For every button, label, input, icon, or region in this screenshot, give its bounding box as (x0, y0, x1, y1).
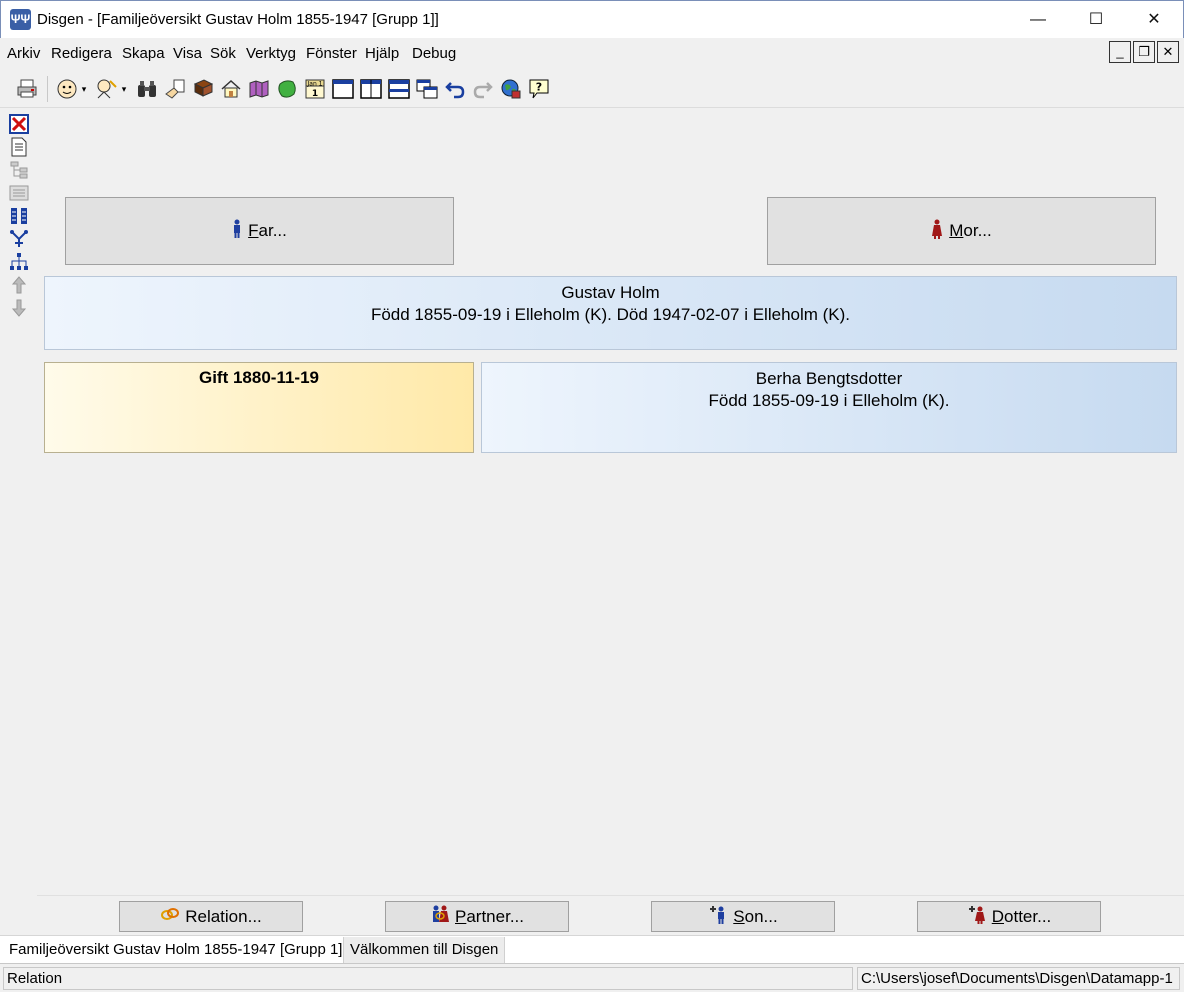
person-search-icon[interactable] (94, 77, 118, 101)
split-vertical-icon[interactable] (359, 77, 383, 101)
relation-button[interactable]: Relation... (119, 901, 303, 932)
menu-visa[interactable]: Visa (173, 45, 202, 62)
menu-debug[interactable]: Debug (412, 45, 456, 62)
partner-button[interactable]: Partner... (385, 901, 569, 932)
marriage-box[interactable]: Gift 1880-11-19 (44, 362, 474, 453)
left-toolbar (0, 110, 37, 970)
son-button[interactable]: Son... (651, 901, 835, 932)
status-path: C:\Users\josef\Documents\Disgen\Datamapp… (857, 967, 1180, 990)
ancestor-up-icon[interactable] (8, 275, 30, 295)
redo-icon[interactable] (471, 77, 495, 101)
mother-button-label: Mor... (949, 221, 992, 240)
partner-box[interactable]: Berha Bengtsdotter Född 1855-09-19 i Ell… (481, 362, 1177, 453)
tree-icon[interactable] (8, 160, 30, 180)
app-icon: ΨΨ (10, 9, 31, 30)
mdi-close-button[interactable]: ✕ (1157, 41, 1179, 63)
map-icon[interactable] (247, 77, 271, 101)
relation-button-label: Relation... (185, 906, 262, 926)
toolbar-separator (47, 76, 48, 102)
mdi-restore-button[interactable]: ❐ (1133, 41, 1155, 63)
couple-icon (430, 904, 450, 929)
globe-green-icon[interactable] (275, 77, 299, 101)
book-icon[interactable] (191, 77, 215, 101)
mother-button[interactable]: Mor... (767, 197, 1156, 265)
world-icon[interactable] (499, 77, 523, 101)
undo-icon[interactable] (443, 77, 467, 101)
person-name: Gustav Holm (561, 283, 660, 302)
hand-note-icon[interactable] (163, 77, 187, 101)
person-details: Född 1855-09-19 i Elleholm (K). Död 1947… (370, 305, 851, 324)
menu-sok[interactable]: Sök (210, 45, 236, 62)
partner-name: Berha Bengtsdotter (755, 369, 903, 388)
chevron-down-icon[interactable]: ▾ (118, 77, 130, 101)
maximize-button[interactable]: ☐ (1067, 1, 1125, 39)
female-icon (931, 219, 943, 244)
menu-skapa[interactable]: Skapa (122, 45, 165, 62)
columns-icon[interactable] (8, 206, 30, 226)
pedigree-icon[interactable] (8, 183, 30, 203)
svg-text:1: 1 (312, 89, 318, 99)
father-button[interactable]: Far... (65, 197, 454, 265)
tab-family-overview[interactable]: Familjeöversikt Gustav Holm 1855-1947 [G… (3, 937, 349, 963)
menu-hjalp[interactable]: Hjälp (365, 45, 399, 62)
toolbar: ▾ ▾ Jan 11 ? (0, 70, 1184, 108)
close-red-icon[interactable] (8, 114, 30, 134)
male-icon (232, 219, 242, 244)
title-bar: ΨΨ Disgen - [Familjeöversikt Gustav Holm… (0, 0, 1184, 38)
main-person-box[interactable]: Gustav Holm Född 1855-09-19 i Elleholm (… (44, 276, 1177, 350)
person-face-icon[interactable] (55, 77, 79, 101)
father-button-label: Far... (248, 221, 287, 240)
family-overview: Far... Mor... Gustav Holm Född 1855-09-1… (37, 110, 1184, 895)
print-icon[interactable] (15, 77, 39, 101)
binoculars-icon[interactable] (135, 77, 159, 101)
window-title: Disgen - [Familjeöversikt Gustav Holm 18… (37, 11, 439, 28)
hierarchy-icon[interactable] (8, 252, 30, 272)
ancestor-down-icon[interactable] (8, 298, 30, 318)
calendar-icon[interactable]: Jan 11 (303, 77, 327, 101)
daughter-button-label: Dotter... (991, 906, 1052, 926)
daughter-button[interactable]: Dotter... (917, 901, 1101, 932)
marriage-label: Gift 1880-11-19 (198, 368, 319, 387)
status-bar: Relation C:\Users\josef\Documents\Disgen… (0, 963, 1184, 992)
menu-fonster[interactable]: Fönster (306, 45, 357, 62)
menu-bar: Arkiv Redigera Skapa Visa Sök Verktyg Fö… (0, 38, 1184, 70)
add-daughter-icon (967, 904, 987, 929)
son-button-label: Son... (733, 906, 778, 926)
single-window-icon[interactable] (331, 77, 355, 101)
document-icon[interactable] (8, 137, 30, 157)
cascade-icon[interactable] (415, 77, 439, 101)
descendants-icon[interactable] (8, 229, 30, 249)
menu-arkiv[interactable]: Arkiv (7, 45, 40, 62)
svg-text:Jan 1: Jan 1 (307, 81, 323, 88)
action-bar: Relation... Partner... Son... Dotter... (37, 895, 1184, 935)
partner-details: Född 1855-09-19 i Elleholm (K). (708, 391, 950, 410)
tab-welcome[interactable]: Välkommen till Disgen (343, 937, 506, 963)
help-icon[interactable]: ? (527, 77, 551, 101)
rings-icon (160, 907, 180, 926)
status-text: Relation (3, 967, 853, 990)
partner-button-label: Partner... (455, 906, 524, 926)
menu-redigera[interactable]: Redigera (51, 45, 112, 62)
menu-verktyg[interactable]: Verktyg (246, 45, 296, 62)
svg-text:?: ? (536, 81, 542, 94)
window-tabs: Familjeöversikt Gustav Holm 1855-1947 [G… (0, 935, 1184, 963)
add-son-icon (708, 904, 728, 929)
home-icon[interactable] (219, 77, 243, 101)
split-horizontal-icon[interactable] (387, 77, 411, 101)
mdi-minimize-button[interactable]: _ (1109, 41, 1131, 63)
close-button[interactable]: ✕ (1125, 1, 1183, 39)
minimize-button[interactable]: — (1009, 1, 1067, 39)
chevron-down-icon[interactable]: ▾ (78, 77, 90, 101)
